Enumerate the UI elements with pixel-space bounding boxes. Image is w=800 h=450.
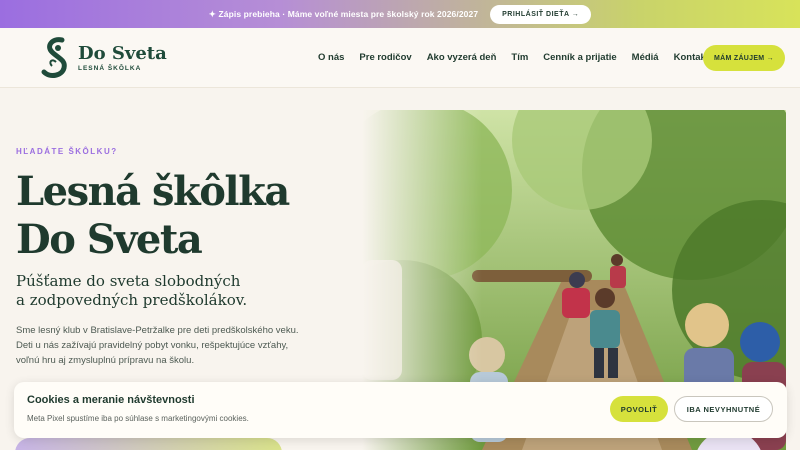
announcement-bar: ✦ Zápis prebieha · Máme voľné miesta pre… bbox=[0, 0, 800, 28]
hero-primary-button[interactable] bbox=[15, 438, 282, 450]
cookie-title: Cookies a meranie návštevnosti bbox=[27, 394, 195, 406]
hero-eyebrow: HĽADÁTE ŠKÔLKU? bbox=[16, 147, 118, 156]
logo-leaf-icon bbox=[41, 37, 67, 78]
logo-subtitle: LESNÁ ŠKÔLKA bbox=[78, 64, 142, 72]
hero-title-line-2: Do Sveta bbox=[16, 216, 203, 263]
hero-subtitle-line-1: Púšťame do sveta slobodných bbox=[16, 272, 241, 290]
hero-description-line-3: voľnú hru aj zmysluplnú prípravu na škol… bbox=[16, 355, 195, 366]
main-nav: O nás Pre rodičov Ako vyzerá deň Tím Cen… bbox=[318, 52, 709, 63]
hero-description-line-2: Deti u nás zažívajú pravidelný pobyt von… bbox=[16, 340, 289, 351]
announcement-text: ✦ Zápis prebieha · Máme voľné miesta pre… bbox=[208, 8, 479, 19]
nav-item-cennik[interactable]: Cenník a prijatie bbox=[543, 52, 616, 63]
hero-subtitle-line-2: a zodpovedných predškolákov. bbox=[16, 291, 248, 309]
hero-description: Sme lesný klub v Bratislave-Petržalke pr… bbox=[16, 323, 336, 368]
nav-item-tim[interactable]: Tím bbox=[511, 52, 528, 63]
site-header: Do Sveta LESNÁ ŠKÔLKA O nás Pre rodičov … bbox=[0, 28, 800, 88]
hero-description-line-1: Sme lesný klub v Bratislave-Petržalke pr… bbox=[16, 325, 299, 336]
cookie-banner: Cookies a meranie návštevnosti Meta Pixe… bbox=[14, 382, 787, 438]
nav-item-ako-vyzera-den[interactable]: Ako vyzerá deň bbox=[427, 52, 497, 63]
nav-item-pre-rodicov[interactable]: Pre rodičov bbox=[359, 52, 411, 63]
nav-item-o-nas[interactable]: O nás bbox=[318, 52, 344, 63]
hero-subtitle: Púšťame do sveta slobodných a zodpovedný… bbox=[16, 272, 346, 310]
logo[interactable]: Do Sveta LESNÁ ŠKÔLKA bbox=[40, 36, 167, 80]
cookie-necessary-button[interactable]: IBA NEVYHNUTNÉ bbox=[674, 396, 773, 422]
nav-item-media[interactable]: Médiá bbox=[632, 52, 659, 63]
hero-title-line-1: Lesná škôlka bbox=[16, 168, 290, 215]
interest-button[interactable]: MÁM ZÁUJEM → bbox=[703, 45, 785, 71]
register-child-button[interactable]: PRIHLÁSIŤ DIEŤA → bbox=[490, 4, 592, 24]
hero-title: Lesná škôlka Do Sveta bbox=[16, 168, 290, 264]
logo-name: Do Sveta bbox=[78, 42, 167, 64]
cookie-text: Meta Pixel spustíme iba po súhlase s mar… bbox=[27, 414, 249, 423]
cookie-allow-button[interactable]: POVOLIŤ bbox=[610, 396, 668, 422]
